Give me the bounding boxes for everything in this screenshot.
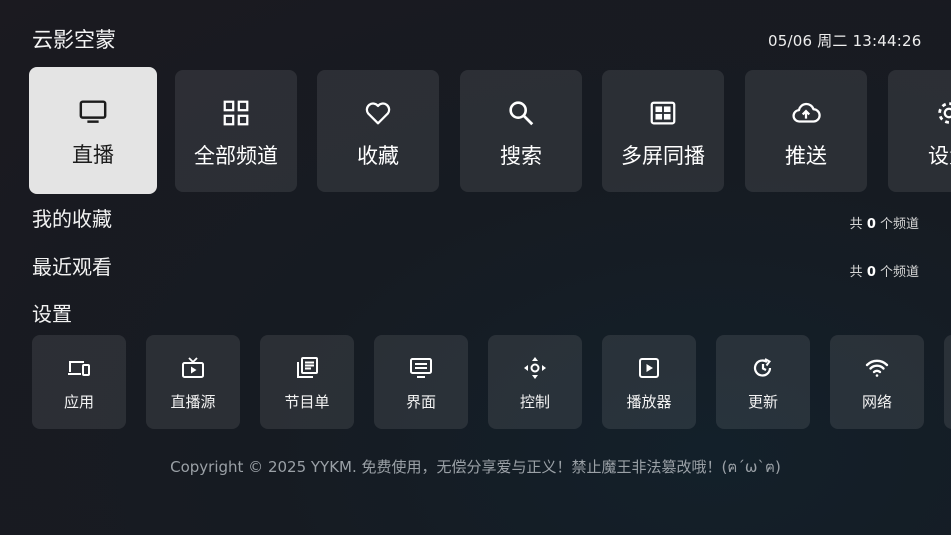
main-nav: 直播 全部频道 收藏 搜索 多屏同播 推送 设置	[0, 0, 951, 200]
settings-item-control[interactable]: 控制	[488, 335, 582, 429]
monitor-settings-icon	[408, 355, 434, 381]
nav-tile-label: 收藏	[357, 144, 399, 168]
nav-tile-live[interactable]: 直播	[29, 67, 157, 194]
settings-title: 设置	[32, 302, 72, 326]
grid-icon	[220, 97, 252, 129]
tv-icon	[77, 96, 109, 128]
favorites-title: 我的收藏	[32, 207, 112, 231]
nav-tile-label: 搜索	[500, 144, 542, 168]
settings-item-update[interactable]: 更新	[716, 335, 810, 429]
settings-item-label: 更新	[747, 393, 778, 411]
gear-icon	[933, 97, 951, 129]
settings-item-player[interactable]: 播放器	[602, 335, 696, 429]
nav-tile-search[interactable]: 搜索	[460, 70, 582, 192]
nav-tile-label: 直播	[72, 143, 114, 167]
nav-tile-push[interactable]: 推送	[745, 70, 867, 192]
settings-item-label: 界面	[405, 393, 436, 411]
update-icon	[750, 355, 776, 381]
settings-item-label: 控制	[519, 393, 550, 411]
live-tv-icon	[180, 355, 206, 381]
footer-copyright: Copyright © 2025 YYKM. 免费使用，无偿分享爱与正义！禁止魔…	[170, 458, 781, 476]
recent-title: 最近观看	[32, 255, 112, 279]
nav-tile-multiscreen[interactable]: 多屏同播	[602, 70, 724, 192]
settings-item-more[interactable]	[944, 335, 951, 429]
settings-item-live-source[interactable]: 直播源	[146, 335, 240, 429]
settings-item-label: 网络	[861, 393, 892, 411]
settings-item-label: 直播源	[170, 393, 216, 411]
devices-icon	[66, 355, 92, 381]
nav-tile-label: 推送	[785, 144, 827, 168]
cloud-upload-icon	[790, 97, 822, 129]
library-books-icon	[294, 355, 320, 381]
play-box-icon	[636, 355, 662, 381]
nav-tile-all-channels[interactable]: 全部频道	[175, 70, 297, 192]
nav-tile-settings[interactable]: 设置	[888, 70, 951, 192]
wifi-icon	[864, 355, 890, 381]
settings-item-epg[interactable]: 节目单	[260, 335, 354, 429]
settings-item-network[interactable]: 网络	[830, 335, 924, 429]
multiscreen-icon	[647, 97, 679, 129]
settings-item-label: 节目单	[284, 393, 330, 411]
settings-item-label: 播放器	[626, 393, 672, 411]
heart-icon	[362, 97, 394, 129]
nav-tile-label: 设置	[928, 144, 951, 168]
settings-item-label: 应用	[63, 393, 94, 411]
search-icon	[505, 97, 537, 129]
dpad-icon	[522, 355, 548, 381]
recent-count: 共 0 个频道	[849, 265, 919, 280]
nav-tile-label: 多屏同播	[621, 144, 705, 168]
settings-item-apps[interactable]: 应用	[32, 335, 126, 429]
nav-tile-favorites[interactable]: 收藏	[317, 70, 439, 192]
settings-row: 应用 直播源 节目单 界面 控制 播放器 更新 网络	[0, 335, 951, 429]
nav-tile-label: 全部频道	[194, 144, 278, 168]
favorites-count: 共 0 个频道	[849, 217, 919, 232]
settings-item-ui[interactable]: 界面	[374, 335, 468, 429]
